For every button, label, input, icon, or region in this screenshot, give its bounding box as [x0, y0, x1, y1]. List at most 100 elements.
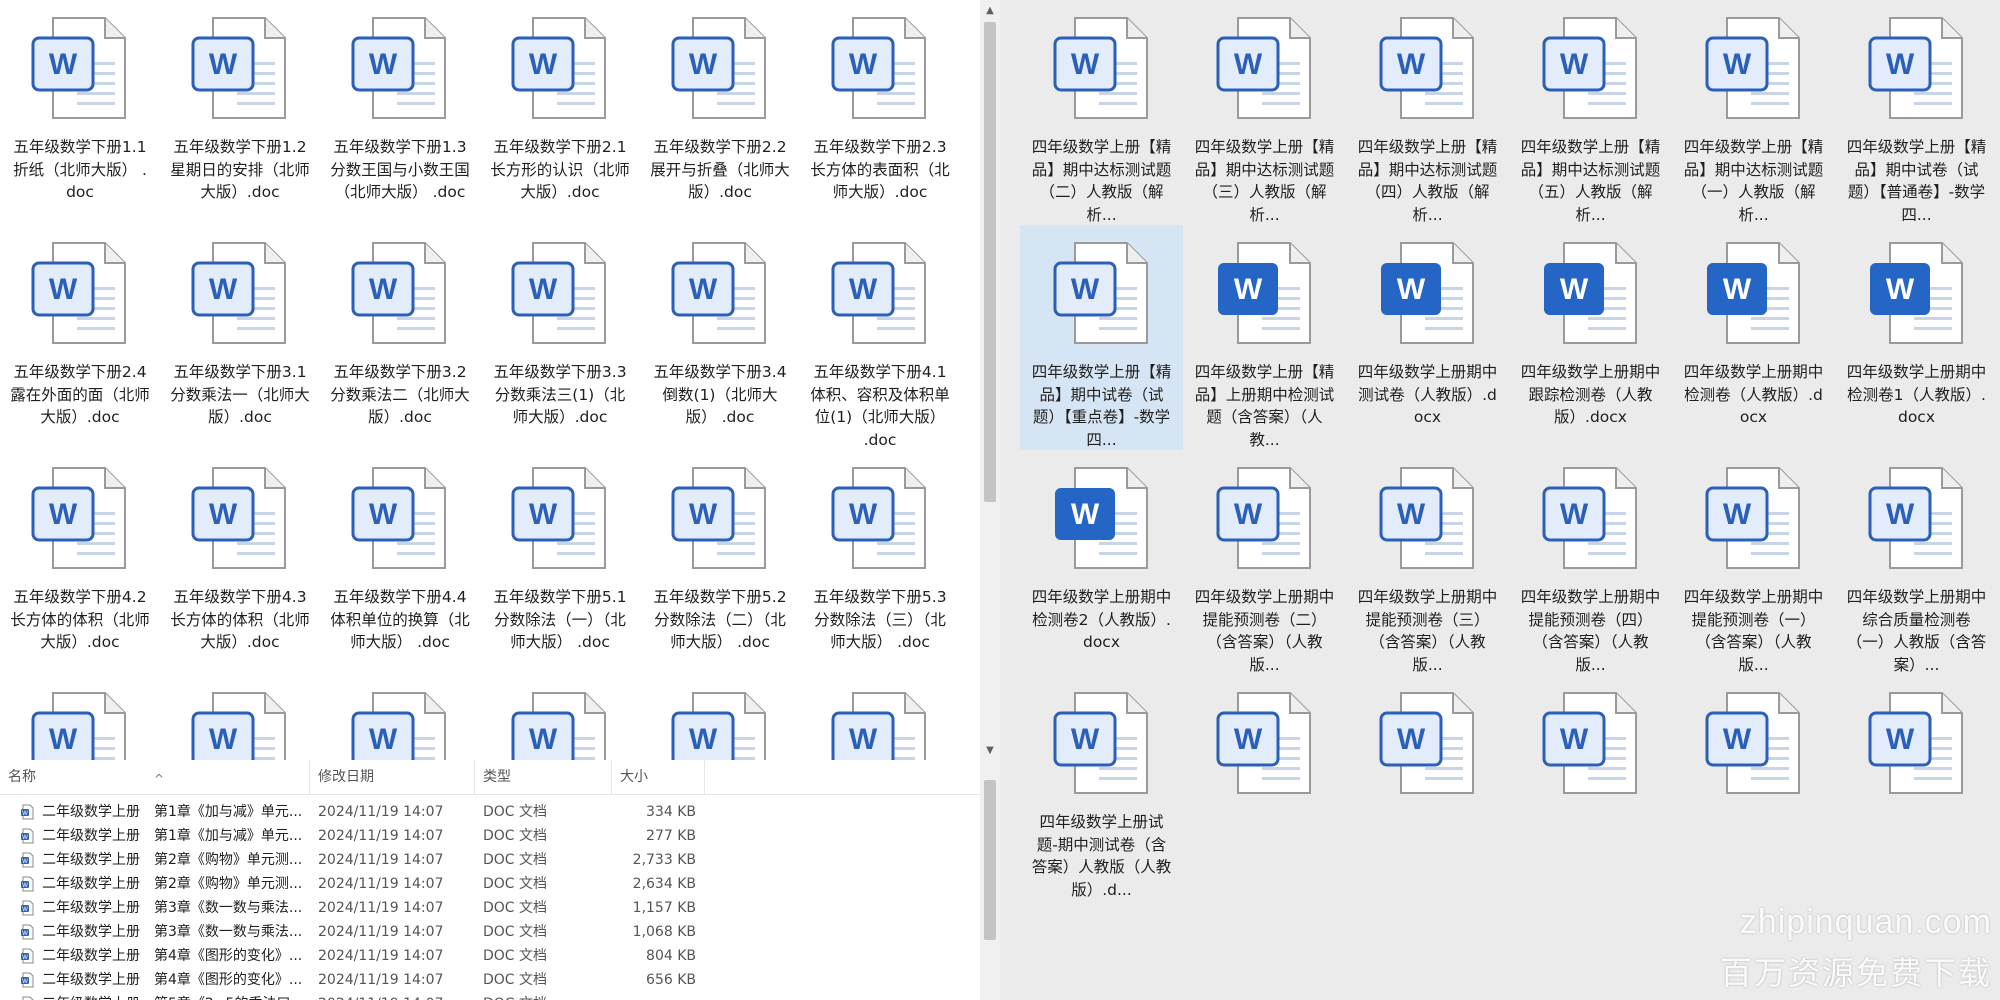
file-tile[interactable]: W 四年级数学上册【精品】上册期中检测试题（含答案）（人教...: [1183, 225, 1346, 450]
column-name-header[interactable]: 名称 ^: [0, 760, 310, 794]
file-tile[interactable]: W 四年级数学上册【精品】期中达标测试题（一）人教版（解析...: [1672, 0, 1835, 225]
file-size-cell: 1,068 KB: [632, 924, 696, 940]
file-name: 五年级数学下册4.3 长方体的体积（北师大版）.doc: [170, 588, 310, 651]
file-name: 五年级数学下册2.3长方体的表面积（北师大版）.doc: [810, 138, 950, 201]
file-tile[interactable]: W 五年级数学下册3.3分数乘法三(1)（北师大版）.doc: [480, 225, 640, 450]
svg-text:W: W: [1885, 498, 1914, 531]
file-tile[interactable]: W: [1835, 675, 1998, 900]
word-docx-icon: W: [1217, 242, 1311, 344]
file-name: 四年级数学上册【精品】期中试卷（试题）【重点卷】-数学四...: [1031, 363, 1172, 449]
file-tile[interactable]: W 五年级数学下册2.4露在外面的面（北师大版）.doc: [0, 225, 160, 450]
word-doc-icon: W: [831, 17, 926, 119]
modified-date-cell: 2024/11/19 14:07: [318, 876, 444, 892]
file-tile[interactable]: W 四年级数学上册期中测试卷（人教版）.docx: [1346, 225, 1509, 450]
file-tile[interactable]: W 五年级数学下册4.3 长方体的体积（北师大版）.doc: [160, 450, 320, 675]
file-tile[interactable]: W 五年级数学下册1.2星期日的安排（北师大版）.doc: [160, 0, 320, 225]
file-name: 四年级数学上册【精品】期中达标测试题（三）人教版（解析...: [1194, 138, 1335, 224]
file-tile[interactable]: W 五年级数学下册2.1长方形的认识（北师大版）.doc: [480, 0, 640, 225]
file-tile[interactable]: W 五年级数学下册5.3分数除法（三）（北师大版） .doc: [800, 450, 960, 675]
file-tile[interactable]: W 四年级数学上册试题-期中测试卷（含答案）人教版（人教版）.d...: [1020, 675, 1183, 900]
file-tile[interactable]: W 四年级数学上册【精品】期中达标测试题（二）人教版（解析...: [1020, 0, 1183, 225]
file-tile[interactable]: W 五年级数学下册4.1体积、容积及体积单位(1)（北师大版） .doc: [800, 225, 960, 450]
file-name-cell: 二年级数学上册 第4章《图形的变化》...: [42, 972, 303, 988]
file-tile[interactable]: W 五年级数学下册1.1折纸（北师大版） .doc: [0, 0, 160, 225]
svg-text:W: W: [849, 48, 878, 81]
file-name: 四年级数学上册【精品】上册期中检测试题（含答案）（人教...: [1194, 363, 1335, 449]
file-tile[interactable]: W 五年级数学下册3.1分数乘法一（北师大版）.doc: [160, 225, 320, 450]
table-row[interactable]: W 二年级数学上册 第3章《数一数与乘法... 2024/11/19 14:07 DO…: [0, 920, 980, 944]
file-tile[interactable]: W 四年级数学上册期中跟踪检测卷（人教版）.docx: [1509, 225, 1672, 450]
file-tile[interactable]: W 四年级数学上册期中综合质量检测卷（一）人教版（含答案）...: [1835, 450, 1998, 675]
scrollbar-thumb[interactable]: [984, 22, 996, 502]
file-tile[interactable]: W 五年级数学下册2.2展开与折叠（北师大版）.doc: [640, 0, 800, 225]
word-doc-icon: W: [1216, 467, 1311, 569]
file-tile[interactable]: W: [1346, 675, 1509, 900]
details-scrollbar-thumb[interactable]: [984, 780, 996, 940]
scroll-up-arrow-icon[interactable]: ▲: [980, 2, 1000, 20]
table-row[interactable]: W 二年级数学上册 第2章《购物》单元测... 2024/11/19 14:07 DO…: [0, 848, 980, 872]
details-view[interactable]: 名称 ^ 修改日期 类型 大小 W 二年级数学上册 第1章《加与减》单元... 20…: [0, 760, 980, 1000]
file-tile[interactable]: W 四年级数学上册【精品】期中达标测试题（四）人教版（解析...: [1346, 0, 1509, 225]
left-file-pane[interactable]: W 五年级数学下册1.1折纸（北师大版） .doc W 五年级数学下册1.2星期日的安…: [0, 0, 980, 1000]
file-type-cell: DOC 文档: [483, 876, 548, 892]
svg-text:W: W: [22, 955, 28, 961]
column-type-header[interactable]: 类型: [475, 760, 612, 794]
file-tile[interactable]: W 五年级数学下册1.3分数王国与小数王国（北师大版） .doc: [320, 0, 480, 225]
table-row[interactable]: W 二年级数学上册 第4章《图形的变化》... 2024/11/19 14:07 DO…: [0, 968, 980, 992]
svg-text:W: W: [1559, 723, 1588, 756]
file-size-cell: 1,157 KB: [632, 900, 696, 916]
file-tile[interactable]: W 五年级数学下册5.1分数除法（一）（北师大版） .doc: [480, 450, 640, 675]
column-modified-header[interactable]: 修改日期: [310, 760, 475, 794]
file-name-cell: 二年级数学上册 第4章《图形的变化》...: [42, 948, 303, 964]
svg-text:W: W: [1396, 273, 1425, 306]
right-file-pane[interactable]: W 四年级数学上册【精品】期中达标测试题（二）人教版（解析... W 四年级数学上册【…: [1000, 0, 2000, 1000]
file-tile[interactable]: W: [1183, 675, 1346, 900]
file-tile[interactable]: W 四年级数学上册【精品】期中试卷（试题）【普通卷】-数学四...: [1835, 0, 1998, 225]
table-row[interactable]: W 二年级数学上册 第2章《购物》单元测... 2024/11/19 14:07 DO…: [0, 872, 980, 896]
file-name-cell: 二年级数学上册 第2章《购物》单元测...: [42, 876, 303, 892]
svg-text:W: W: [1722, 723, 1751, 756]
table-row[interactable]: W 二年级数学上册 第1章《加与减》单元... 2024/11/19 14:07 DO…: [0, 800, 980, 824]
word-doc-icon: W: [511, 467, 606, 569]
file-tile[interactable]: W 五年级数学下册3.2分数乘法二（北师大版）.doc: [320, 225, 480, 450]
table-row[interactable]: W 二年级数学上册 第5章《2~5的乘法口... 2024/11/19 14:07 D…: [0, 992, 980, 1000]
file-tile[interactable]: W 四年级数学上册期中检测卷2（人教版）.docx: [1020, 450, 1183, 675]
left-vertical-scrollbar[interactable]: ▲ ▼: [980, 0, 1000, 1000]
scroll-down-arrow-icon[interactable]: ▼: [980, 742, 1000, 760]
file-name: 四年级数学上册期中提能预测卷（三）（含答案）（人教版...: [1357, 588, 1498, 674]
file-type-cell: DOC 文档: [483, 948, 548, 964]
file-tile[interactable]: W 四年级数学上册期中检测卷1（人教版）.docx: [1835, 225, 1998, 450]
svg-text:W: W: [849, 273, 878, 306]
svg-text:W: W: [209, 723, 238, 756]
word-doc-icon: W: [1053, 17, 1148, 119]
table-row[interactable]: W 二年级数学上册 第3章《数一数与乘法... 2024/11/19 14:07 DO…: [0, 896, 980, 920]
column-name-label: 名称: [8, 769, 36, 785]
svg-text:W: W: [22, 979, 28, 985]
file-tile[interactable]: W 四年级数学上册期中提能预测卷（四）（含答案）（人教版...: [1509, 450, 1672, 675]
file-tile[interactable]: W 四年级数学上册期中检测卷（人教版）.docx: [1672, 225, 1835, 450]
table-row[interactable]: W 二年级数学上册 第1章《加与减》单元... 2024/11/19 14:07 DO…: [0, 824, 980, 848]
table-row[interactable]: W 二年级数学上册 第4章《图形的变化》... 2024/11/19 14:07 DO…: [0, 944, 980, 968]
file-tile[interactable]: W 五年级数学下册4.2 长方体的体积（北师大版）.doc: [0, 450, 160, 675]
file-tile[interactable]: W 四年级数学上册【精品】期中试卷（试题）【重点卷】-数学四...: [1020, 225, 1183, 450]
file-tile[interactable]: W 五年级数学下册4.4 体积单位的换算（北师大版） .doc: [320, 450, 480, 675]
word-docx-icon: W: [1380, 242, 1474, 344]
file-tile[interactable]: W 四年级数学上册期中提能预测卷（一）（含答案）（人教版...: [1672, 450, 1835, 675]
svg-text:W: W: [1722, 498, 1751, 531]
file-tile[interactable]: W 五年级数学下册3.4倒数(1)（北师大版） .doc: [640, 225, 800, 450]
file-size-cell: 656 KB: [646, 972, 696, 988]
file-tile[interactable]: W 五年级数学下册5.2分数除法（二）（北师大版） .doc: [640, 450, 800, 675]
file-tile[interactable]: W 四年级数学上册【精品】期中达标测试题（五）人教版（解析...: [1509, 0, 1672, 225]
file-tile[interactable]: W 四年级数学上册期中提能预测卷（二）（含答案）（人教版...: [1183, 450, 1346, 675]
file-name: 四年级数学上册【精品】期中达标测试题（五）人教版（解析...: [1520, 138, 1661, 224]
modified-date-cell: 2024/11/19 14:07: [318, 948, 444, 964]
word-doc-icon: W: [1705, 467, 1800, 569]
watermark-slogan: 百万资源免费下载: [1719, 954, 1992, 992]
file-tile[interactable]: W: [1672, 675, 1835, 900]
column-size-header[interactable]: 大小: [612, 760, 705, 794]
file-tile[interactable]: W 四年级数学上册【精品】期中达标测试题（三）人教版（解析...: [1183, 0, 1346, 225]
file-tile[interactable]: W 五年级数学下册2.3长方体的表面积（北师大版）.doc: [800, 0, 960, 225]
file-tile[interactable]: W: [1509, 675, 1672, 900]
file-tile[interactable]: W 四年级数学上册期中提能预测卷（三）（含答案）（人教版...: [1346, 450, 1509, 675]
word-doc-icon: W: [1053, 242, 1148, 344]
